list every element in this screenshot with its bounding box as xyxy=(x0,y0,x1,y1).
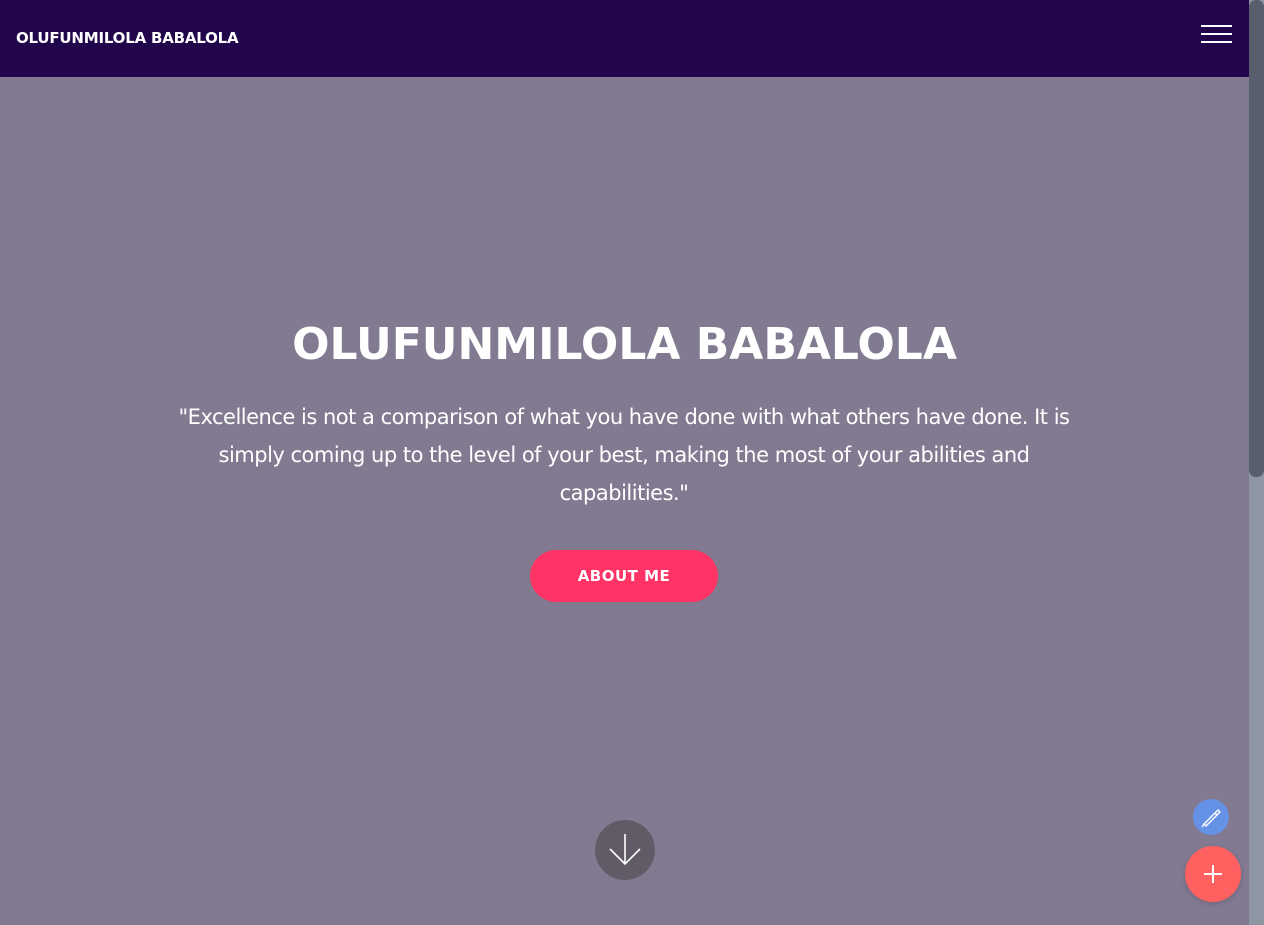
scroll-down-button[interactable] xyxy=(595,820,655,880)
hamburger-menu-icon[interactable] xyxy=(1201,24,1232,46)
page: OLUFUNMILOLA BABALOLA OLUFUNMILOLA BABAL… xyxy=(0,0,1264,925)
scrollbar-thumb[interactable] xyxy=(1249,0,1264,477)
add-block-button[interactable] xyxy=(1185,846,1241,902)
site-brand[interactable]: OLUFUNMILOLA BABALOLA xyxy=(16,28,239,48)
about-me-button[interactable]: ABOUT ME xyxy=(530,550,718,602)
hero-quote: "Excellence is not a comparison of what … xyxy=(178,405,1070,505)
navbar: OLUFUNMILOLA BABALOLA xyxy=(0,0,1249,77)
pen-icon xyxy=(1201,809,1221,828)
arrow-down-icon xyxy=(609,834,641,866)
hamburger-line xyxy=(1201,25,1232,27)
plus-icon xyxy=(1204,865,1222,883)
hamburger-line xyxy=(1201,41,1232,43)
hamburger-line xyxy=(1201,33,1232,35)
hero-title: OLUFUNMILOLA BABALOLA xyxy=(292,319,957,370)
edit-button[interactable] xyxy=(1193,799,1229,835)
